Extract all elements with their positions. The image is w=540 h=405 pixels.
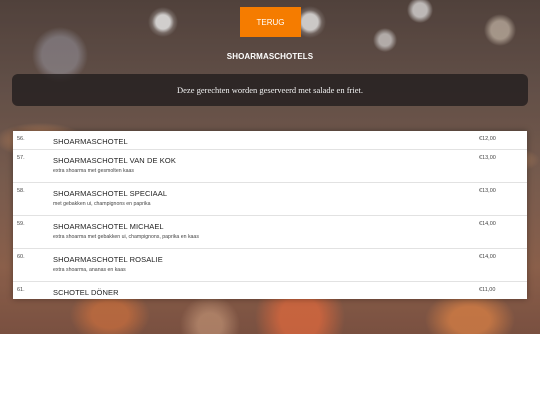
notice-banner: Deze gerechten worden geserveerd met sal…: [12, 74, 528, 106]
back-button[interactable]: TERUG: [240, 7, 301, 37]
item-price: €12,00: [479, 136, 496, 142]
item-description: met gebakken ui, champignons en paprika: [53, 201, 151, 207]
menu-item[interactable]: 58. SHOARMASCHOTEL SPECIAAL met gebakken…: [13, 183, 527, 216]
item-name: SHOARMASCHOTEL VAN DE KOK: [53, 156, 176, 165]
page-title: SHOARMASCHOTELS: [226, 52, 314, 61]
item-name: SHOARMASCHOTEL ROSALIE: [53, 255, 163, 264]
item-description: extra shoarma met gebakken ui, champigno…: [53, 234, 199, 240]
item-price: €14,00: [479, 221, 496, 227]
item-price: €13,00: [479, 155, 496, 161]
item-number: 58.: [17, 188, 25, 194]
item-name: SCHOTEL DÖNER: [53, 288, 119, 297]
menu-list: 56. SHOARMASCHOTEL €12,00 57. SHOARMASCH…: [13, 131, 527, 299]
item-number: 60.: [17, 254, 25, 260]
menu-item[interactable]: 59. SHOARMASCHOTEL MICHAEL extra shoarma…: [13, 216, 527, 249]
menu-item[interactable]: 57. SHOARMASCHOTEL VAN DE KOK extra shoa…: [13, 150, 527, 183]
menu-item[interactable]: 56. SHOARMASCHOTEL €12,00: [13, 131, 527, 150]
item-number: 56.: [17, 136, 25, 142]
item-price: €11,00: [479, 287, 496, 293]
item-description: extra shoarma met gesmolten kaas: [53, 168, 135, 174]
item-price: €13,00: [479, 188, 496, 194]
item-number: 59.: [17, 221, 25, 227]
item-name: SHOARMASCHOTEL MICHAEL: [53, 222, 164, 231]
item-name: SHOARMASCHOTEL: [53, 137, 128, 146]
menu-item[interactable]: 60. SHOARMASCHOTEL ROSALIE extra shoarma…: [13, 249, 527, 282]
notice-text: Deze gerechten worden geserveerd met sal…: [177, 85, 363, 95]
menu-item[interactable]: 61. SCHOTEL DÖNER €11,00: [13, 282, 527, 299]
item-price: €14,00: [479, 254, 496, 260]
item-number: 57.: [17, 155, 25, 161]
item-description: extra shoarma, ananas en kaas: [53, 267, 126, 273]
item-number: 61.: [17, 287, 25, 293]
item-name: SHOARMASCHOTEL SPECIAAL: [53, 189, 168, 198]
